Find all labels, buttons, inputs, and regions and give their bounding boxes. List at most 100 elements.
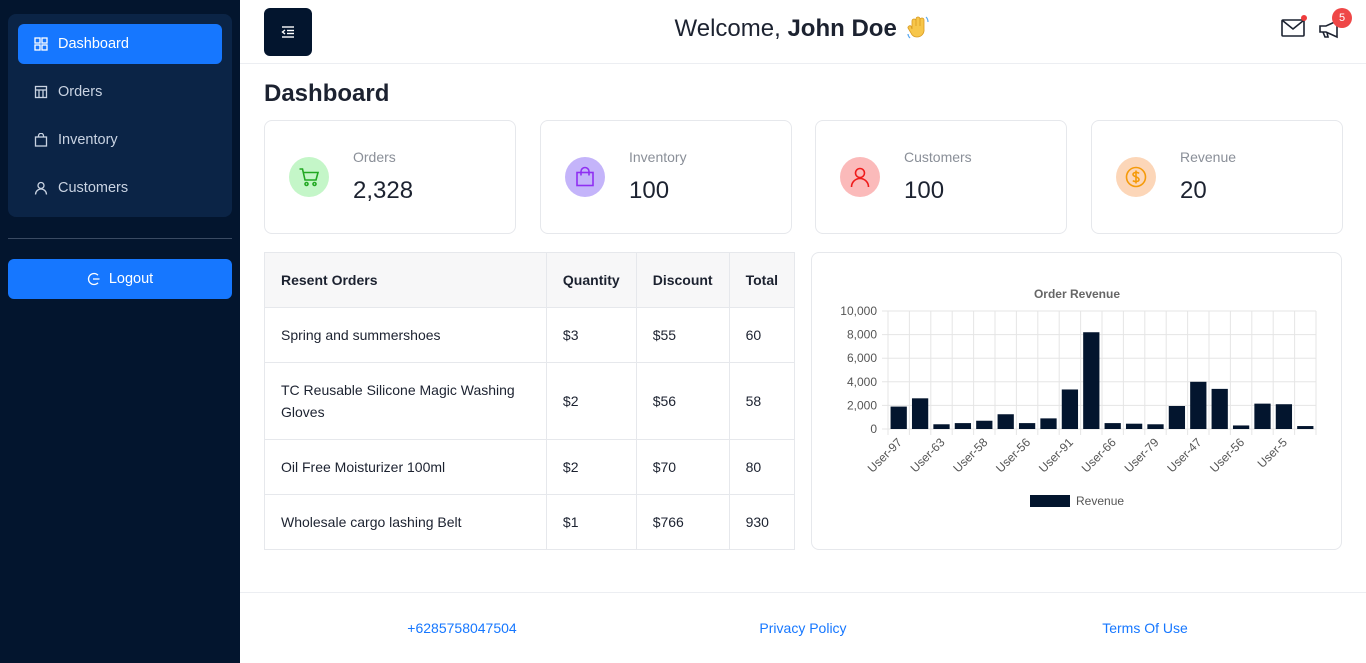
chart-bar (1211, 388, 1228, 429)
sidebar-item-label: Dashboard (58, 36, 129, 52)
sidebar-menu: Dashboard Orders Inventory Customers (8, 14, 232, 217)
column-header: Resent Orders (264, 252, 547, 308)
sidebar-item-inventory[interactable]: Inventory (18, 120, 222, 160)
chart-bar (976, 420, 993, 429)
notification-badge: 5 (1332, 8, 1352, 28)
product-cell: TC Reusable Silicone Magic Washing Glove… (264, 362, 547, 440)
footer: +6285758047504 Privacy Policy Terms Of U… (240, 592, 1366, 663)
x-tick-label: User-47 (1164, 435, 1204, 475)
table-row: Spring and summershoes $3 $55 60 (264, 307, 796, 363)
y-tick-label: 8,000 (847, 328, 877, 342)
product-cell: Wholesale cargo lashing Belt (264, 494, 547, 550)
table-row: Wholesale cargo lashing Belt $1 $766 930 (264, 494, 796, 550)
chart-bar (1040, 418, 1057, 429)
chart-bar (911, 398, 929, 429)
dashboard-icon (34, 37, 48, 51)
total-cell: 930 (728, 494, 796, 550)
legend-swatch (1030, 495, 1070, 507)
user-name: John Doe (787, 15, 897, 42)
chart-bar (954, 423, 972, 429)
chart-bar (1061, 389, 1079, 429)
quantity-cell: $1 (545, 494, 637, 550)
recent-orders-table: Resent Orders Quantity Discount Total Sp… (264, 252, 796, 550)
waving-hand-icon (907, 16, 930, 39)
mail-unread-dot (1301, 15, 1307, 21)
footer-terms-link[interactable]: Terms Of Use (1102, 620, 1188, 636)
stat-card-inventory: Inventory 100 (540, 120, 792, 234)
discount-cell: $56 (635, 362, 730, 440)
total-cell: 60 (728, 307, 796, 363)
logout-button[interactable]: Logout (8, 259, 232, 299)
shop-icon (34, 85, 48, 99)
chart-bar (933, 424, 950, 429)
chart-bar (1018, 423, 1036, 429)
y-tick-label: 4,000 (847, 375, 877, 389)
chart-bar (997, 414, 1014, 429)
x-tick-label: User-56 (993, 435, 1033, 475)
chart-bar (1297, 426, 1314, 429)
chart-bar (1254, 403, 1271, 429)
chart-bar (1083, 332, 1100, 429)
discount-cell: $55 (635, 307, 730, 363)
column-header: Discount (635, 252, 730, 308)
user-icon (34, 181, 48, 195)
y-tick-label: 2,000 (847, 398, 877, 412)
stat-value: 100 (904, 177, 945, 204)
shopping-bag-icon (565, 157, 605, 197)
y-tick-label: 0 (870, 422, 877, 436)
footer-phone-link[interactable]: +6285758047504 (407, 620, 516, 636)
stat-label: Revenue (1180, 149, 1237, 165)
column-header: Quantity (545, 252, 637, 308)
sidebar-item-label: Customers (58, 180, 129, 196)
stat-value: 20 (1180, 177, 1207, 204)
chart-bar (1168, 405, 1186, 429)
total-cell: 58 (728, 362, 796, 440)
sidebar-divider (8, 238, 232, 239)
logout-label: Logout (108, 271, 154, 287)
x-tick-label: User-79 (1122, 435, 1162, 475)
quantity-cell: $2 (545, 439, 637, 495)
chart-bar (1147, 424, 1164, 429)
total-cell: 80 (728, 439, 796, 495)
dollar-circle-icon (1116, 157, 1156, 197)
stat-card-revenue: Revenue 20 (1091, 120, 1343, 234)
sidebar-item-orders[interactable]: Orders (18, 72, 222, 112)
quantity-cell: $3 (545, 307, 637, 363)
sidebar-item-dashboard[interactable]: Dashboard (18, 24, 222, 64)
top-header: Welcome, John Doe 5 (240, 0, 1366, 64)
quantity-cell: $2 (545, 362, 637, 440)
x-tick-label: User-66 (1079, 435, 1119, 475)
chart-bar (1190, 381, 1207, 429)
stat-value: 100 (629, 177, 670, 204)
table-header-row: Resent Orders Quantity Discount Total (264, 252, 796, 308)
logout-icon (87, 272, 100, 286)
chart-bar (890, 406, 907, 429)
footer-privacy-link[interactable]: Privacy Policy (759, 620, 846, 636)
stat-label: Customers (904, 149, 972, 165)
sidebar-item-label: Orders (58, 84, 103, 100)
mail-button[interactable] (1281, 15, 1307, 39)
table-row: Oil Free Moisturizer 100ml $2 $70 80 (264, 439, 796, 495)
user-icon (840, 157, 880, 197)
chart-bar (1275, 404, 1293, 429)
table-row: TC Reusable Silicone Magic Washing Glove… (264, 362, 796, 440)
sidebar-item-customers[interactable]: Customers (18, 168, 222, 208)
chart-bar (1125, 423, 1143, 429)
shopping-bag-icon (34, 133, 48, 147)
stat-label: Inventory (629, 149, 687, 165)
sidebar-item-label: Inventory (58, 132, 118, 148)
order-revenue-chart: Order Revenue 0 2,000 4,000 6,000 8,000 10,000… (840, 287, 1317, 508)
y-tick-label: 10,000 (840, 304, 877, 318)
welcome-message: Welcome, John Doe (240, 14, 1366, 43)
chart-bar (1232, 425, 1250, 429)
legend-label: Revenue (1076, 494, 1124, 508)
discount-cell: $766 (635, 494, 730, 550)
sidebar: Dashboard Orders Inventory Customers Log… (0, 0, 240, 663)
order-revenue-chart-card: Order Revenue 0 2,000 4,000 6,000 8,000 10,000… (811, 252, 1342, 550)
product-cell: Spring and summershoes (264, 307, 547, 363)
chart-title: Order Revenue (1034, 287, 1120, 301)
welcome-prefix: Welcome, (674, 15, 788, 42)
chart-bar (1104, 423, 1121, 429)
stat-card-orders: Orders 2,328 (264, 120, 516, 234)
column-header: Total (728, 252, 796, 308)
